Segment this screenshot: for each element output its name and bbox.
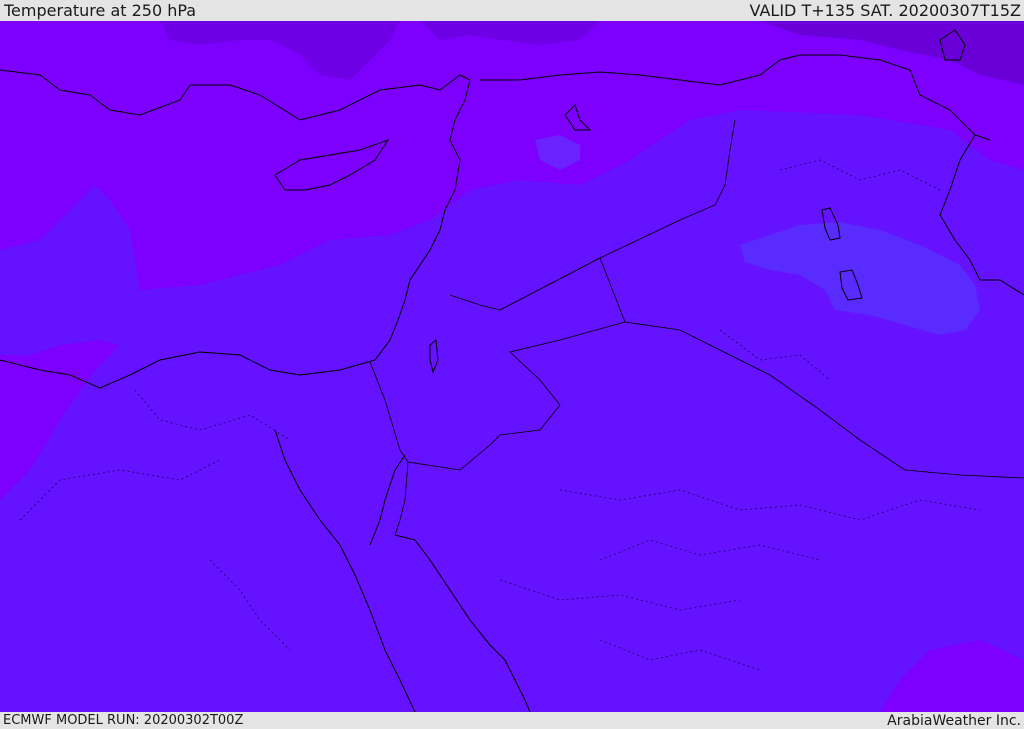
model-run: ECMWF MODEL RUN: 20200302T00Z [3, 713, 244, 728]
valid-time: VALID T+135 SAT. 20200307T15Z [749, 1, 1021, 20]
footer-bar: ECMWF MODEL RUN: 20200302T00Z ArabiaWeat… [0, 712, 1024, 729]
temperature-map [0, 21, 1024, 712]
chart-title: Temperature at 250 hPa [4, 1, 197, 20]
credit: ArabiaWeather Inc. [887, 712, 1021, 729]
header-bar: Temperature at 250 hPa VALID T+135 SAT. … [0, 0, 1024, 21]
map-frame: Temperature at 250 hPa VALID T+135 SAT. … [0, 0, 1024, 729]
